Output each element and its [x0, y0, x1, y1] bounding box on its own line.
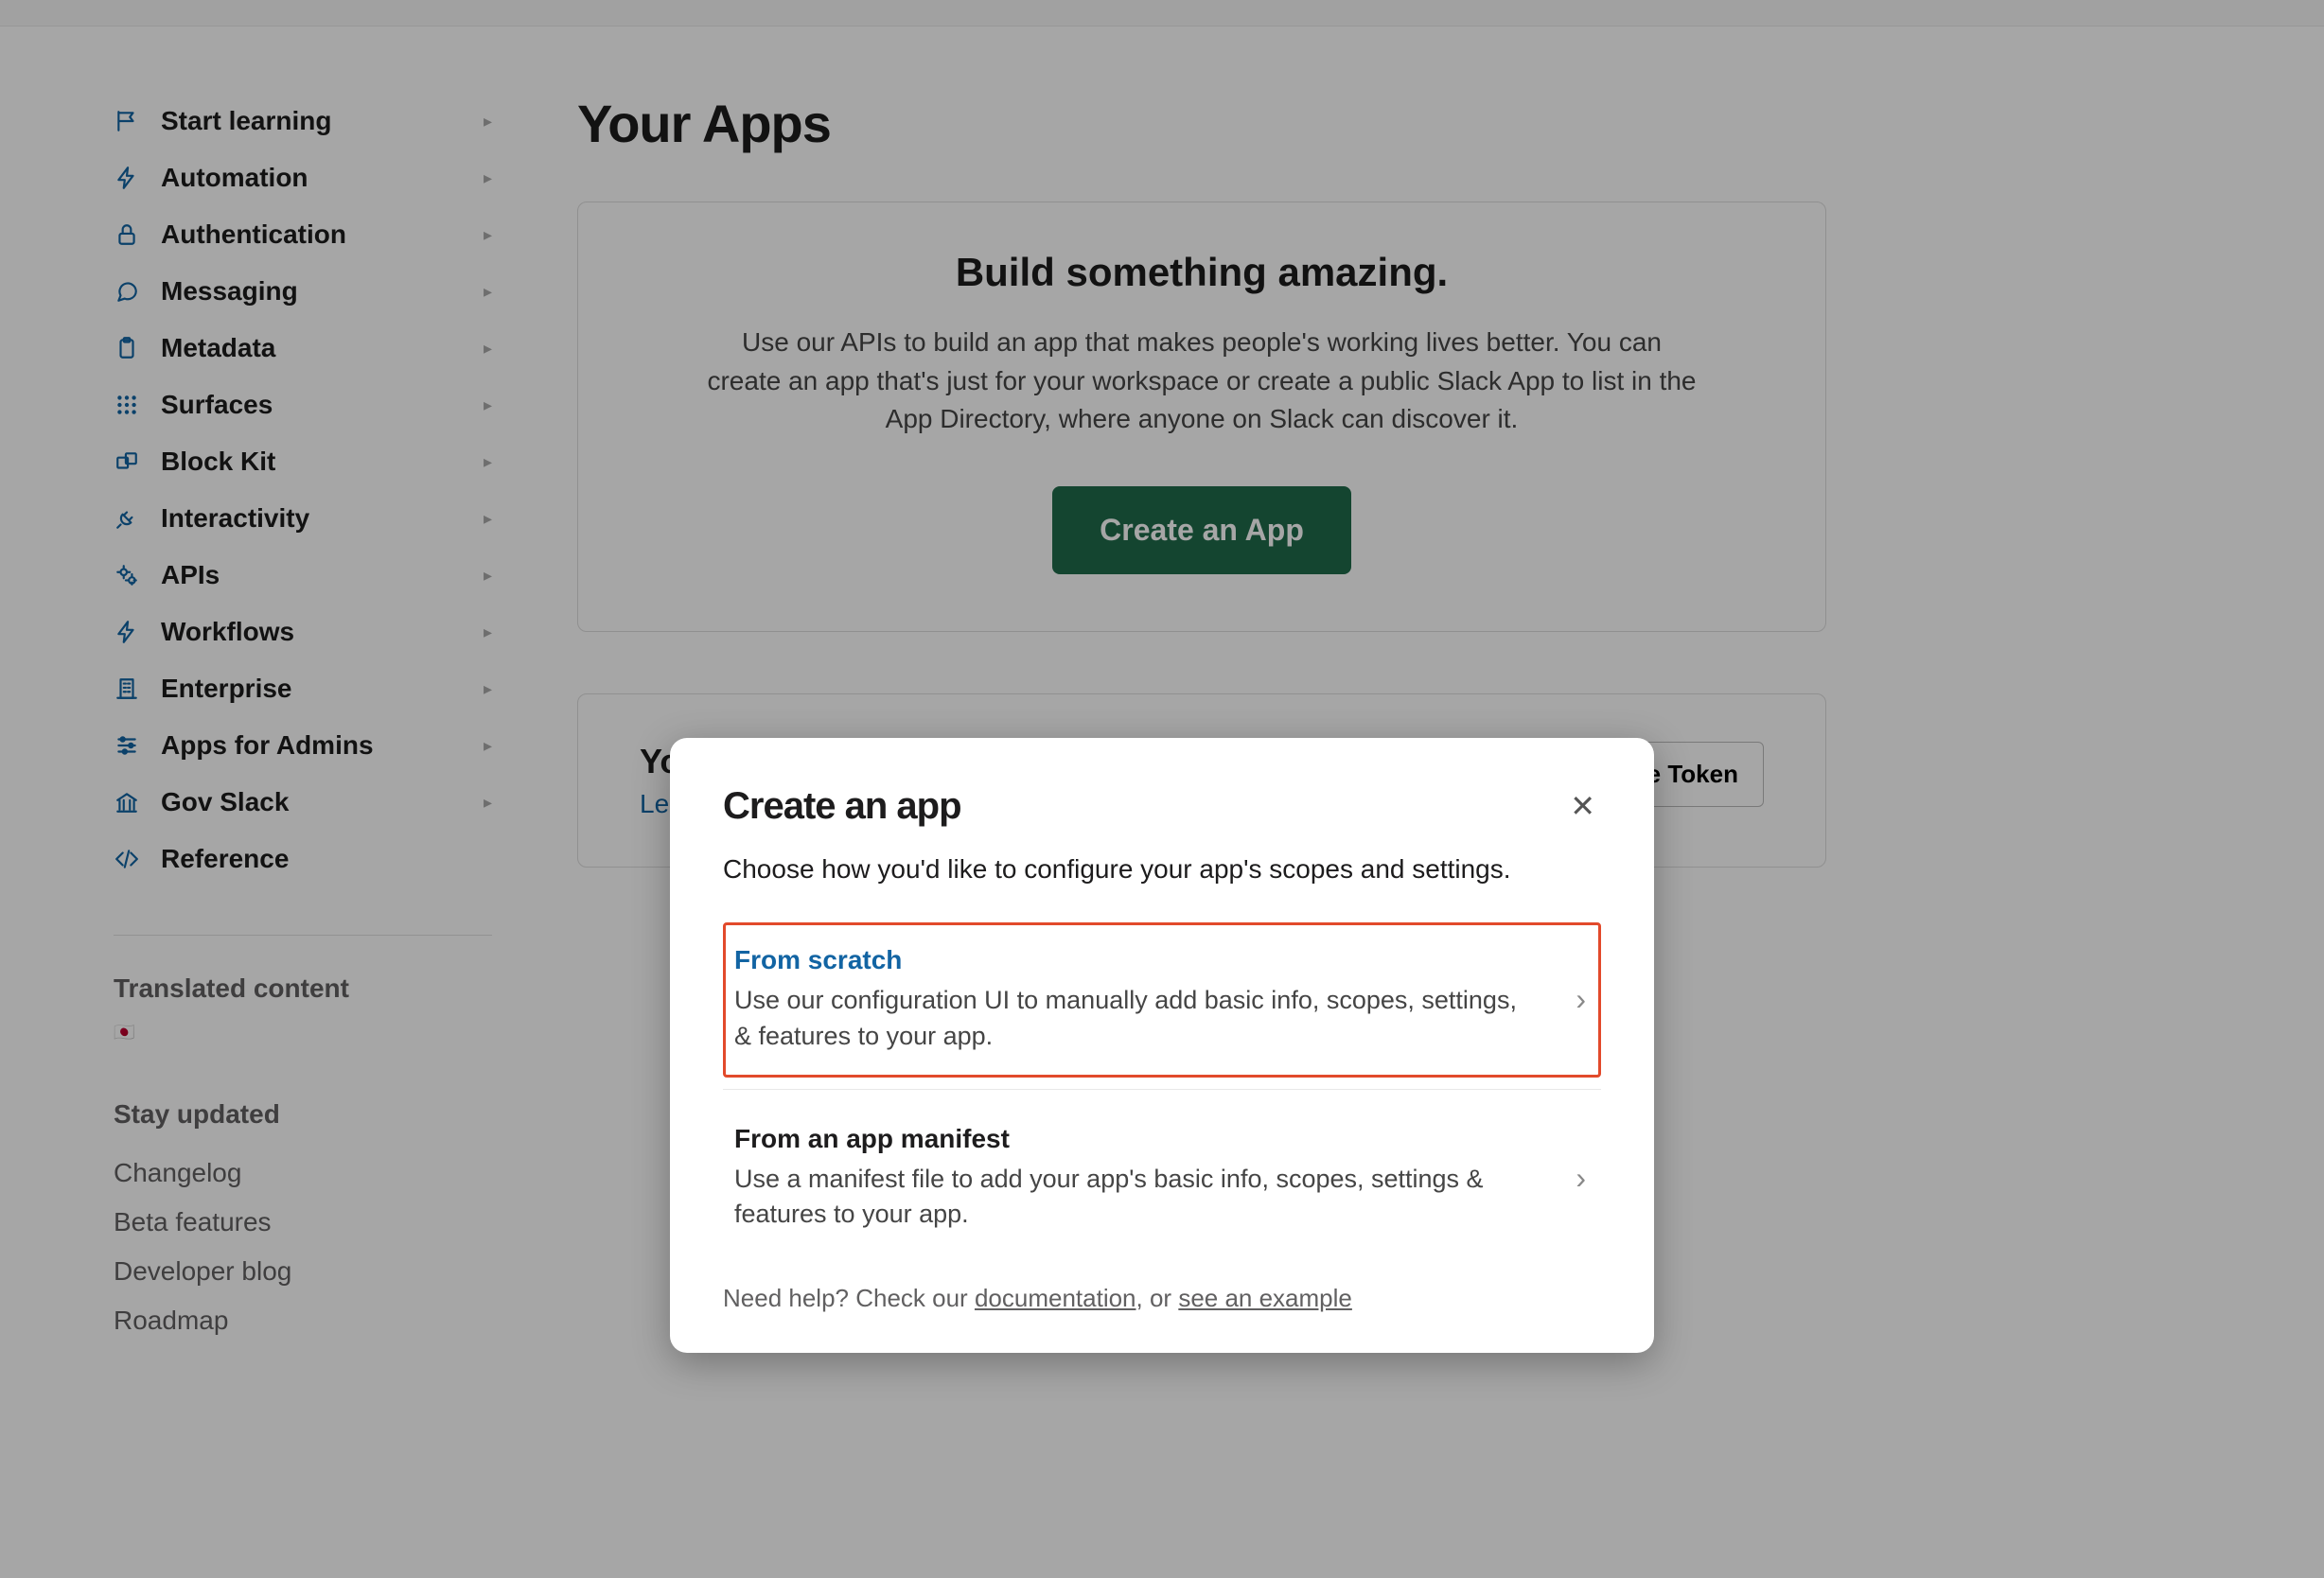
documentation-link[interactable]: documentation [975, 1284, 1136, 1312]
option-from-manifest-desc: Use a manifest file to add your app's ba… [734, 1162, 1538, 1234]
chevron-right-icon: › [1576, 982, 1586, 1017]
option-from-scratch[interactable]: From scratch Use our configuration UI to… [723, 922, 1601, 1078]
divider [723, 1089, 1601, 1090]
modal-footer: Need help? Check our documentation, or s… [723, 1284, 1601, 1313]
option-from-manifest-title: From an app manifest [734, 1124, 1538, 1154]
option-from-scratch-desc: Use our configuration UI to manually add… [734, 983, 1538, 1055]
modal-subtitle: Choose how you'd like to configure your … [723, 854, 1601, 885]
chevron-right-icon: › [1576, 1161, 1586, 1196]
close-icon: ✕ [1570, 789, 1595, 823]
close-button[interactable]: ✕ [1564, 785, 1601, 827]
option-from-manifest[interactable]: From an app manifest Use a manifest file… [723, 1101, 1601, 1256]
create-app-modal: Create an app ✕ Choose how you'd like to… [670, 738, 1654, 1353]
see-example-link[interactable]: see an example [1178, 1284, 1352, 1312]
modal-title: Create an app [723, 785, 961, 828]
option-from-scratch-title: From scratch [734, 945, 1538, 975]
